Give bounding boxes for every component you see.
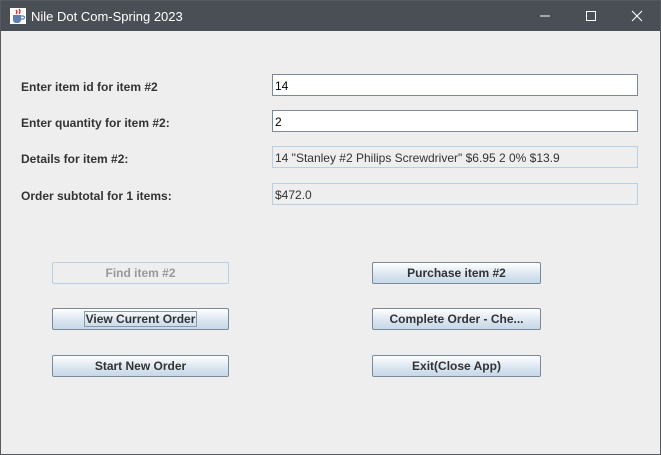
title-bar[interactable]: Nile Dot Com-Spring 2023 xyxy=(1,1,660,31)
java-cup-icon[interactable] xyxy=(10,8,26,24)
find-item-button[interactable]: Find item #2 xyxy=(52,262,229,284)
maximize-icon xyxy=(586,11,596,21)
minimize-icon xyxy=(540,15,550,17)
form-panel: Enter item id for item #2 14 Enter quant… xyxy=(1,31,660,454)
close-icon xyxy=(631,10,643,22)
window-title: Nile Dot Com-Spring 2023 xyxy=(31,9,183,24)
subtotal-label: Order subtotal for 1 items: xyxy=(21,189,172,203)
exit-button[interactable]: Exit(Close App) xyxy=(372,355,541,377)
close-button[interactable] xyxy=(614,1,660,31)
quantity-input[interactable]: 2 xyxy=(272,110,638,132)
quantity-label: Enter quantity for item #2: xyxy=(21,116,170,130)
minimize-button[interactable] xyxy=(522,1,568,31)
app-window: Nile Dot Com-Spring 2023 Enter item id f… xyxy=(0,0,661,455)
view-current-order-button[interactable]: View Current Order xyxy=(52,308,229,330)
purchase-item-button[interactable]: Purchase item #2 xyxy=(372,262,541,284)
maximize-button[interactable] xyxy=(568,1,614,31)
details-label: Details for item #2: xyxy=(21,152,129,166)
start-new-order-button[interactable]: Start New Order xyxy=(52,355,229,377)
view-current-order-label: View Current Order xyxy=(83,311,198,327)
complete-order-button[interactable]: Complete Order - Che... xyxy=(372,308,541,330)
details-field: 14 "Stanley #2 Philips Screwdriver" $6.9… xyxy=(272,146,638,168)
item-id-label: Enter item id for item #2 xyxy=(21,80,158,94)
item-id-input[interactable]: 14 xyxy=(272,74,638,96)
subtotal-field: $472.0 xyxy=(272,183,638,205)
